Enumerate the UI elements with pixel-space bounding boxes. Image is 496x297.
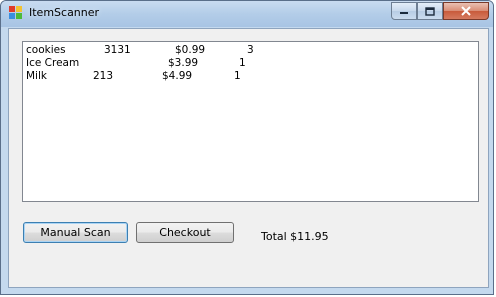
list-item[interactable]: Ice Cream $3.99 1	[26, 57, 246, 70]
item-name: cookies	[26, 44, 66, 56]
app-icon	[9, 6, 23, 20]
manual-scan-button[interactable]: Manual Scan	[23, 222, 128, 243]
window-title: ItemScanner	[29, 6, 100, 19]
item-code: 213	[93, 70, 114, 82]
item-price: $0.99	[175, 44, 206, 56]
item-price: $4.99	[162, 70, 193, 82]
maximize-button[interactable]	[417, 2, 443, 20]
item-qty: 1	[239, 57, 246, 69]
total-label: Total $11.95	[261, 230, 329, 243]
items-listbox[interactable]: cookies 3131 $0.99 3 Ice Cream $3.99 1 M…	[22, 41, 479, 202]
close-icon	[461, 6, 471, 16]
item-qty: 3	[247, 44, 254, 56]
checkout-button[interactable]: Checkout	[136, 222, 234, 243]
item-code: 3131	[104, 44, 131, 56]
item-name: Milk	[26, 70, 47, 82]
app-window: ItemScanner cookies 3131 $0.99 3 Ice Cre…	[0, 0, 494, 295]
title-bar[interactable]: ItemScanner	[1, 1, 493, 27]
minimize-icon	[400, 12, 408, 14]
client-area: cookies 3131 $0.99 3 Ice Cream $3.99 1 M…	[8, 28, 489, 288]
list-item[interactable]: Milk 213 $4.99 1	[26, 70, 241, 83]
item-qty: 1	[234, 70, 241, 82]
list-item[interactable]: cookies 3131 $0.99 3	[26, 44, 254, 57]
minimize-button[interactable]	[391, 2, 417, 20]
item-price: $3.99	[168, 57, 199, 69]
maximize-icon	[425, 6, 435, 16]
item-name: Ice Cream	[26, 57, 80, 69]
close-button[interactable]	[443, 2, 489, 20]
